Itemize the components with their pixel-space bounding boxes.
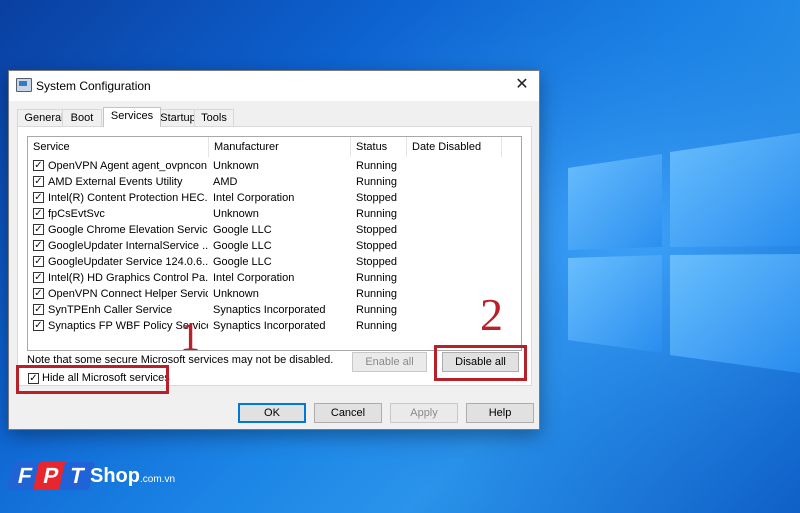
list-header: Service Manufacturer Status Date Disable… [28,137,521,157]
cell-manufacturer: Google LLC [213,256,272,268]
cell-status: Running [356,320,397,332]
logo-shop-text: Shop.com.vn [90,465,175,488]
column-header-service[interactable]: Service [28,137,209,157]
cell-status: Running [356,160,397,172]
table-row[interactable]: ✓ OpenVPN Agent agent_ovpncon... Unknown Ru… [28,158,521,174]
table-row[interactable]: ✓ Synaptics FP WBF Policy Service Synaptic… [28,318,521,334]
cell-manufacturer: Synaptics Incorporated [213,304,326,316]
cell-date-disabled [412,238,502,254]
cell-manufacturer: Synaptics Incorporated [213,320,326,332]
service-checkbox[interactable]: ✓ [33,160,44,171]
cell-date-disabled [412,158,502,174]
table-row[interactable]: ✓ Intel(R) Content Protection HEC... Intel… [28,190,521,206]
table-row[interactable]: ✓ GoogleUpdater InternalService ... Google… [28,238,521,254]
table-row[interactable]: ✓ fpCsEvtSvc Unknown Running [28,206,521,222]
highlight-box-hide-microsoft [16,365,169,394]
tab-boot[interactable]: Boot [62,109,102,127]
table-row[interactable]: ✓ GoogleUpdater Service 124.0.6... Google … [28,254,521,270]
enable-all-button[interactable]: Enable all [352,352,427,372]
cell-date-disabled [412,190,502,206]
service-checkbox[interactable]: ✓ [33,320,44,331]
logo-shop-word: Shop [90,465,140,487]
cell-status: Stopped [356,192,397,204]
step-marker-1: 1 [180,314,200,359]
service-checkbox[interactable]: ✓ [33,256,44,267]
cell-service: Intel(R) HD Graphics Control Pa... [48,272,208,284]
service-checkbox[interactable]: ✓ [33,224,44,235]
cell-service: Intel(R) Content Protection HEC... [48,192,208,204]
cell-service: OpenVPN Connect Helper Service [48,288,208,300]
apply-button[interactable]: Apply [390,403,458,423]
cell-manufacturer: Google LLC [213,224,272,236]
cell-date-disabled [412,270,502,286]
table-row[interactable]: ✓ Intel(R) HD Graphics Control Pa... Intel… [28,270,521,286]
cell-manufacturer: Unknown [213,208,259,220]
cell-status: Running [356,304,397,316]
step-marker-2: 2 [480,289,503,340]
cell-manufacturer: Intel Corporation [213,272,295,284]
column-header-status[interactable]: Status [351,137,407,157]
cancel-button[interactable]: Cancel [314,403,382,423]
cell-status: Stopped [356,240,397,252]
service-checkbox[interactable]: ✓ [33,208,44,219]
cell-service: GoogleUpdater InternalService ... [48,240,208,252]
table-row[interactable]: ✓ AMD External Events Utility AMD Running [28,174,521,190]
service-checkbox[interactable]: ✓ [33,288,44,299]
tab-services[interactable]: Services [103,107,161,127]
cell-manufacturer: Google LLC [213,240,272,252]
service-checkbox[interactable]: ✓ [33,272,44,283]
table-row[interactable]: ✓ Google Chrome Elevation Servic... Google… [28,222,521,238]
cell-date-disabled [412,254,502,270]
cell-status: Stopped [356,256,397,268]
services-list[interactable]: Service Manufacturer Status Date Disable… [27,136,522,351]
tab-tools[interactable]: Tools [194,109,234,127]
table-row[interactable]: ✓ SynTPEnh Caller Service Synaptics Incorp… [28,302,521,318]
service-checkbox[interactable]: ✓ [33,176,44,187]
column-header-manufacturer[interactable]: Manufacturer [209,137,351,157]
cell-status: Running [356,208,397,220]
cell-service: Google Chrome Elevation Servic... [48,224,208,236]
cell-date-disabled [412,222,502,238]
service-checkbox[interactable]: ✓ [33,240,44,251]
cell-service: AMD External Events Utility [48,176,183,188]
service-checkbox[interactable]: ✓ [33,304,44,315]
cell-date-disabled [412,206,502,222]
close-button[interactable]: ✕ [511,75,533,95]
help-button[interactable]: Help [466,403,534,423]
cell-status: Stopped [356,224,397,236]
cell-service: OpenVPN Agent agent_ovpncon... [48,160,208,172]
cell-service: GoogleUpdater Service 124.0.6... [48,256,208,268]
cell-manufacturer: Unknown [213,160,259,172]
cell-status: Running [356,272,397,284]
title-bar: System Configuration ✕ [9,71,539,101]
cell-status: Running [356,176,397,188]
system-configuration-icon [16,78,32,92]
service-checkbox[interactable]: ✓ [33,192,44,203]
cell-manufacturer: Intel Corporation [213,192,295,204]
highlight-box-disable-all [434,345,527,381]
cell-service: fpCsEvtSvc [48,208,105,220]
window-title: System Configuration [36,79,151,93]
cell-manufacturer: AMD [213,176,238,188]
cell-date-disabled [412,174,502,190]
column-header-date-disabled[interactable]: Date Disabled [407,137,502,157]
cell-manufacturer: Unknown [213,288,259,300]
ok-button[interactable]: OK [238,403,306,423]
cell-status: Running [356,288,397,300]
logo-domain: .com.vn [140,474,176,485]
table-row[interactable]: ✓ OpenVPN Connect Helper Service Unknown Ru… [28,286,521,302]
